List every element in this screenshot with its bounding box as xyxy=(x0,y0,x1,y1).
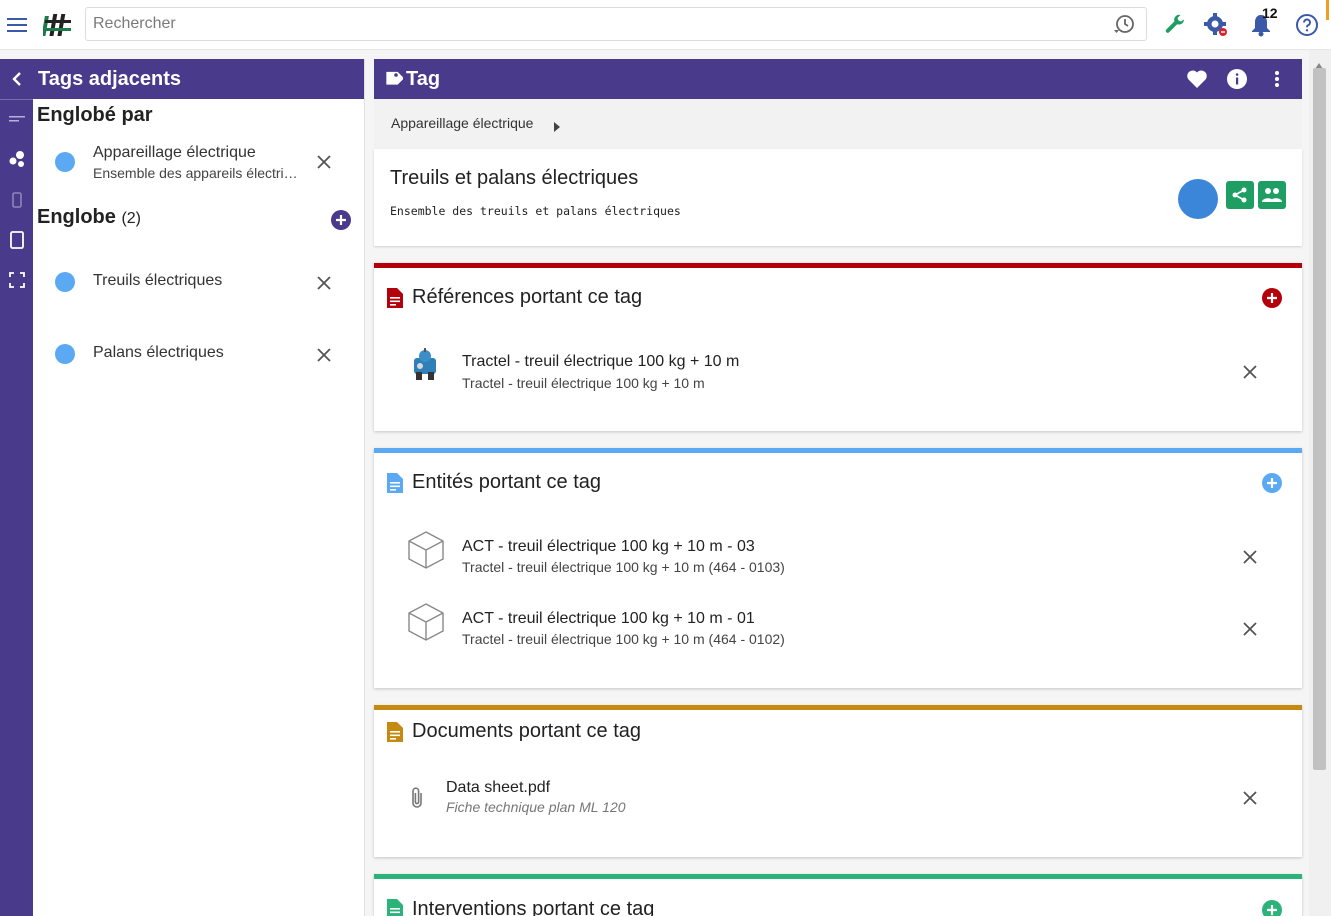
child-tag-label: Palans électriques xyxy=(93,344,224,361)
add-entity-icon[interactable] xyxy=(1261,472,1283,494)
remove-parent-tag-icon[interactable] xyxy=(314,152,334,172)
add-child-tag-icon[interactable] xyxy=(330,209,352,231)
entities-title: Entités portant ce tag xyxy=(412,471,602,493)
entity-title: ACT - treuil électrique 100 kg + 10 m - … xyxy=(462,610,755,627)
tag-name: Treuils et palans électriques xyxy=(390,167,639,189)
cube-icon xyxy=(407,530,445,575)
tag-details-card: Treuils et palans électriques Ensemble d… xyxy=(374,149,1302,246)
reference-title: Tractel - treuil électrique 100 kg + 10 … xyxy=(462,353,740,370)
document-icon xyxy=(387,473,405,493)
document-title: Data sheet.pdf xyxy=(446,779,551,796)
group-people-button[interactable] xyxy=(1258,181,1286,209)
settings-gear-icon[interactable] xyxy=(1202,11,1230,39)
reference-subtitle: Tractel - treuil électrique 100 kg + 10 … xyxy=(462,375,705,391)
share-button[interactable] xyxy=(1226,181,1254,209)
breadcrumb-parent-link[interactable]: Appareillage électrique xyxy=(391,115,533,131)
children-section-label: Englobe xyxy=(37,206,116,228)
parent-tag-description: Ensemble des appareils électriques xyxy=(93,165,303,181)
entity-subtitle: Tractel - treuil électrique 100 kg + 10 … xyxy=(462,631,785,647)
document-icon xyxy=(387,722,405,742)
sort-icon[interactable] xyxy=(0,102,33,136)
chevron-right-icon xyxy=(554,119,560,137)
search-history-icon[interactable] xyxy=(1112,14,1136,41)
paperclip-icon xyxy=(410,786,424,815)
interventions-title: Interventions portant ce tag xyxy=(412,898,655,916)
tag-icon xyxy=(381,68,405,95)
references-card: Références portant ce tag Tractel - treu… xyxy=(374,263,1302,431)
children-section-title: Englobe (2) xyxy=(37,206,141,229)
rail-divider xyxy=(0,99,33,100)
documents-title: Documents portant ce tag xyxy=(412,720,642,742)
scrollbar-thumb[interactable] xyxy=(1313,68,1326,770)
tag-color-swatch[interactable] xyxy=(1178,179,1218,219)
remove-child-tag-icon[interactable] xyxy=(314,345,334,365)
document-icon xyxy=(387,288,405,308)
documents-card: Documents portant ce tag Data sheet.pdf … xyxy=(374,705,1302,857)
remove-child-tag-icon[interactable] xyxy=(314,273,334,293)
left-rail xyxy=(0,59,33,916)
search-input[interactable] xyxy=(86,8,1086,40)
remove-entity-icon[interactable] xyxy=(1240,619,1260,639)
tag-color-dot xyxy=(55,152,75,172)
tag-description: Ensemble des treuils et palans électriqu… xyxy=(390,204,681,218)
entity-subtitle: Tractel - treuil électrique 100 kg + 10 … xyxy=(462,559,785,575)
help-icon[interactable] xyxy=(1293,11,1321,39)
tag-header-title: Tag xyxy=(406,68,441,90)
interventions-color-bar xyxy=(374,874,1302,879)
wrench-icon[interactable] xyxy=(1161,11,1189,39)
app-logo[interactable] xyxy=(34,0,82,50)
references-title: Références portant ce tag xyxy=(412,286,643,308)
info-icon[interactable] xyxy=(1226,68,1248,90)
tag-header: Tag xyxy=(374,59,1302,99)
interventions-card: Interventions portant ce tag xyxy=(374,874,1302,916)
documents-color-bar xyxy=(374,705,1302,710)
children-count: (2) xyxy=(121,210,142,227)
cube-icon xyxy=(407,602,445,647)
document-icon xyxy=(387,899,405,916)
notification-count: 12 xyxy=(1262,5,1278,21)
remove-document-icon[interactable] xyxy=(1240,788,1260,808)
more-vert-icon[interactable] xyxy=(1266,68,1288,90)
adjacent-tags-title: Tags adjacents xyxy=(33,59,364,99)
adjacent-tags-panel: Tags adjacents Englobé par Appareillage … xyxy=(33,59,365,916)
references-color-bar xyxy=(374,263,1302,268)
parent-section-title: Englobé par xyxy=(37,104,153,126)
document-subtitle: Fiche technique plan ML 120 xyxy=(446,799,626,815)
entities-color-bar xyxy=(374,448,1302,453)
add-intervention-icon[interactable] xyxy=(1261,899,1283,916)
vertical-scrollbar[interactable] xyxy=(1309,50,1331,916)
add-reference-icon[interactable] xyxy=(1261,287,1283,309)
child-tag-label: Treuils électriques xyxy=(93,272,223,289)
tag-color-dot xyxy=(55,344,75,364)
window-accent-edge xyxy=(1326,0,1329,20)
menu-icon[interactable] xyxy=(0,0,34,50)
remove-entity-icon[interactable] xyxy=(1240,547,1260,567)
search-bar xyxy=(85,7,1147,41)
tag-color-dot xyxy=(55,272,75,292)
fullscreen-icon[interactable] xyxy=(0,263,33,297)
bubbles-icon[interactable] xyxy=(0,142,33,176)
child-tag-item[interactable]: Treuils électriques xyxy=(33,268,365,318)
entity-title: ACT - treuil électrique 100 kg + 10 m - … xyxy=(462,538,755,555)
parent-tag-item[interactable]: Appareillage électrique Ensemble des app… xyxy=(33,141,365,191)
collapse-panel-icon[interactable] xyxy=(0,62,33,96)
child-tag-item[interactable]: Palans électriques xyxy=(33,340,365,390)
entities-card: Entités portant ce tag ACT - treuil élec… xyxy=(374,448,1302,688)
parent-tag-label: Appareillage électrique xyxy=(93,144,256,161)
tablet-icon[interactable] xyxy=(0,223,33,257)
favorite-heart-icon[interactable] xyxy=(1186,68,1208,90)
phone-icon[interactable] xyxy=(0,183,33,217)
remove-reference-icon[interactable] xyxy=(1240,362,1260,382)
winch-product-image xyxy=(408,346,442,389)
breadcrumb: Appareillage électrique xyxy=(374,99,1302,149)
